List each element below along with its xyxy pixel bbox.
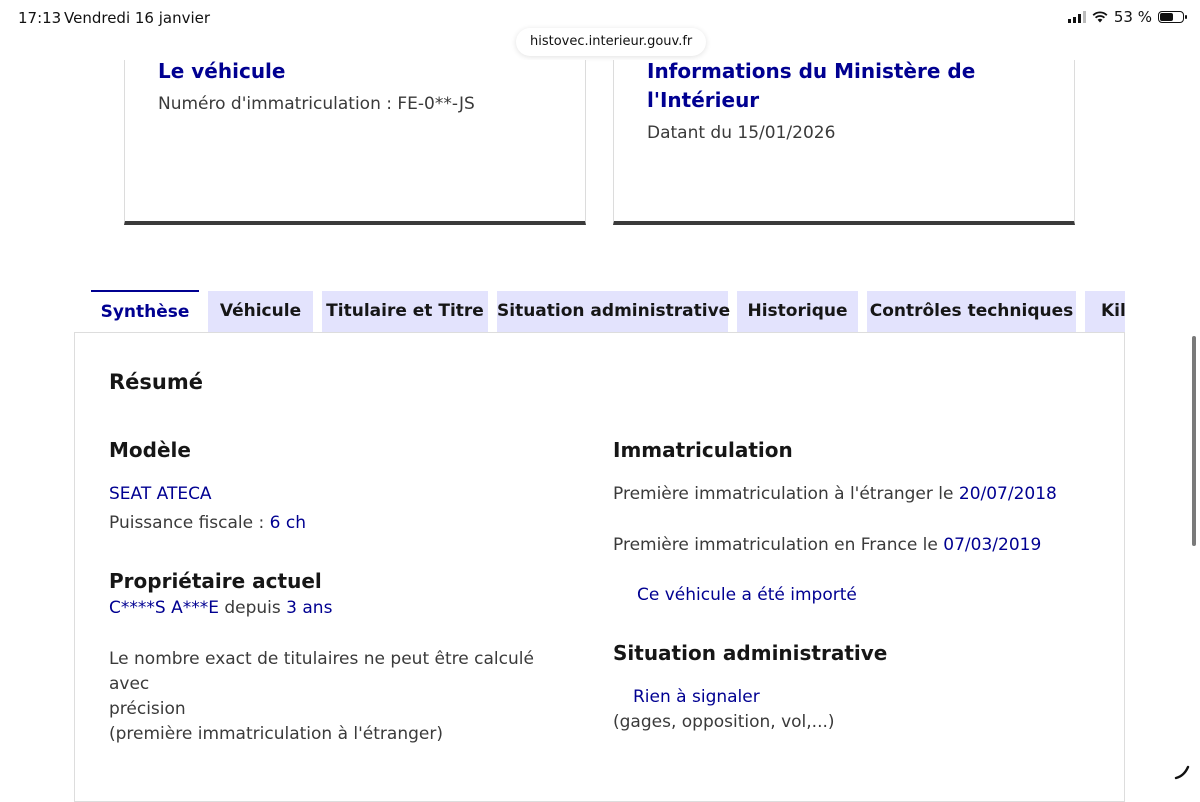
tab-bar: Synthèse Véhicule Titulaire et Titre Sit…	[91, 290, 1125, 332]
owner-note-line-3: (première immatriculation à l'étranger)	[109, 722, 569, 747]
ministry-card-title[interactable]: Informations du Ministère de l'Intérieur	[647, 57, 977, 115]
tab-historique[interactable]: Historique	[737, 291, 858, 332]
status-time: 17:13	[18, 9, 61, 27]
battery-percentage: 53 %	[1114, 8, 1152, 26]
imported-notice: Ce véhicule a été importé	[637, 585, 857, 605]
wifi-icon	[1092, 11, 1108, 23]
data-date: Datant du 15/01/2026	[647, 123, 835, 143]
status-indicators: 53 %	[1068, 8, 1184, 26]
status-date: Vendredi 16 janvier	[64, 9, 210, 27]
url-bar[interactable]: histovec.interieur.gouv.fr	[516, 28, 706, 56]
foreign-registration-label: Première immatriculation à l'étranger le	[613, 484, 953, 504]
tab-kilometrage[interactable]: Kil	[1085, 291, 1125, 332]
tab-titulaire-et-titre[interactable]: Titulaire et Titre	[322, 291, 488, 332]
vehicle-card: Le véhicule Numéro d'immatriculation : F…	[124, 60, 586, 225]
admin-detail: (gages, opposition, vol,...)	[613, 712, 835, 732]
france-registration: Première immatriculation en France le 07…	[613, 535, 1041, 555]
cellular-signal-icon	[1068, 11, 1086, 23]
registration-number: Numéro d'immatriculation : FE-0**-JS	[158, 94, 475, 114]
registration-heading: Immatriculation	[613, 438, 793, 462]
synthese-panel: Résumé Modèle SEAT ATECA Puissance fisca…	[74, 332, 1125, 802]
owner-name: C****S A***E	[109, 598, 219, 618]
owner-count-note: Le nombre exact de titulaires ne peut êt…	[109, 647, 569, 747]
model-heading: Modèle	[109, 438, 191, 462]
owner-note-line-2: précision	[109, 697, 569, 722]
page-scrollbar[interactable]	[1192, 336, 1196, 546]
france-registration-label: Première immatriculation en France le	[613, 535, 938, 555]
fiscal-power-value: 6 ch	[270, 513, 306, 533]
admin-status: Rien à signaler	[633, 687, 760, 707]
fiscal-power-label: Puissance fiscale :	[109, 513, 264, 533]
foreign-registration-date: 20/07/2018	[959, 484, 1057, 504]
tab-controles-techniques[interactable]: Contrôles techniques	[867, 291, 1076, 332]
ministry-card: Informations du Ministère de l'Intérieur…	[613, 60, 1075, 225]
foreign-registration: Première immatriculation à l'étranger le…	[613, 484, 1057, 504]
tab-synthese[interactable]: Synthèse	[91, 290, 199, 332]
france-registration-date: 07/03/2019	[943, 535, 1041, 555]
admin-heading: Situation administrative	[613, 641, 887, 665]
tab-vehicule[interactable]: Véhicule	[208, 291, 313, 332]
model-name: SEAT ATECA	[109, 484, 212, 504]
owner-since-value: 3 ans	[286, 598, 332, 618]
summary-title: Résumé	[109, 370, 203, 394]
owner-info: C****S A***E depuis 3 ans	[109, 598, 332, 618]
scribble-icon[interactable]	[1174, 764, 1190, 780]
owner-heading: Propriétaire actuel	[109, 569, 322, 593]
tab-situation-administrative[interactable]: Situation administrative	[497, 291, 728, 332]
vehicle-card-title[interactable]: Le véhicule	[158, 57, 488, 86]
fiscal-power: Puissance fiscale : 6 ch	[109, 513, 306, 533]
owner-since-label: depuis	[224, 598, 280, 618]
battery-icon	[1158, 11, 1184, 23]
owner-note-line-1: Le nombre exact de titulaires ne peut êt…	[109, 647, 569, 697]
